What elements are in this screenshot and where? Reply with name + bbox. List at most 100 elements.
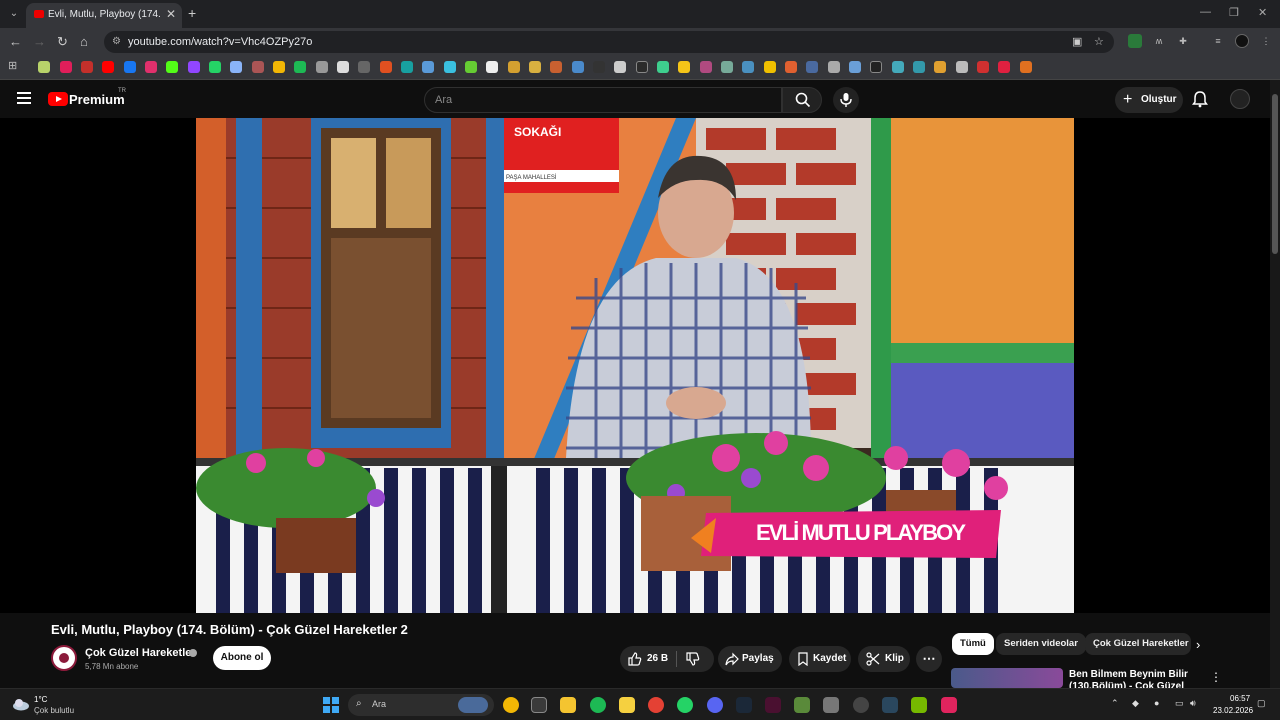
taskbar-app-icon[interactable] <box>765 697 781 713</box>
discord-icon[interactable] <box>707 697 723 713</box>
profile-avatar-icon[interactable] <box>1235 34 1249 48</box>
bookmark-icon[interactable] <box>145 61 157 73</box>
forward-icon[interactable]: → <box>33 34 46 49</box>
taskbar-app-icon[interactable] <box>823 697 839 713</box>
weather-description[interactable]: Çok bulutlu <box>34 706 74 715</box>
bookmark-icon[interactable] <box>870 61 882 73</box>
browser-tab[interactable]: Evli, Mutlu, Playboy (174. Bölüm ✕ <box>26 3 182 28</box>
extension-icon[interactable]: ʍ <box>1152 34 1166 48</box>
chip-next-chevron-icon[interactable]: › <box>1196 637 1200 652</box>
bookmark-icon[interactable] <box>721 61 733 73</box>
bookmark-icon[interactable] <box>422 61 434 73</box>
close-window-icon[interactable]: ✕ <box>1258 6 1267 19</box>
search-input[interactable] <box>425 88 781 112</box>
clip-button[interactable]: Klip <box>858 646 910 672</box>
bookmark-icon[interactable] <box>678 61 690 73</box>
clock-date[interactable]: 23.02.2026 <box>1213 706 1253 715</box>
taskbar-app-icon[interactable] <box>619 697 635 713</box>
bookmark-icon[interactable] <box>700 61 712 73</box>
bookmark-icon[interactable] <box>273 61 285 73</box>
bookmark-icon[interactable] <box>636 61 648 73</box>
taskbar-app-icon[interactable] <box>531 697 547 713</box>
chip-channel[interactable]: Çok Güzel Hareketler <box>1085 633 1191 655</box>
chrome-icon[interactable] <box>648 697 664 713</box>
video-player[interactable]: SOKAĞI PAŞA MAHALLESİ EVLİ MUTLU PLAYBOY <box>0 118 1270 613</box>
save-button[interactable]: Kaydet <box>789 646 851 672</box>
bookmark-icon[interactable] <box>657 61 669 73</box>
bookmark-icon[interactable] <box>102 61 114 73</box>
bookmark-icon[interactable] <box>81 61 93 73</box>
bookmark-icon[interactable] <box>892 61 904 73</box>
bookmark-icon[interactable] <box>230 61 242 73</box>
youtube-logo-icon[interactable] <box>48 92 68 106</box>
more-actions-icon[interactable]: ⋯ <box>916 646 942 672</box>
tab-search-icon[interactable]: ⌄ <box>6 6 22 22</box>
bookmark-icon[interactable] <box>934 61 946 73</box>
bookmark-icon[interactable] <box>508 61 520 73</box>
network-icon[interactable]: ▭ <box>1175 698 1184 709</box>
bookmark-icon[interactable] <box>124 61 136 73</box>
taskbar-app-icon[interactable] <box>941 697 957 713</box>
taskbar-app-icon[interactable] <box>853 697 869 713</box>
bookmark-icon[interactable] <box>252 61 264 73</box>
windows-start-icon[interactable] <box>323 697 339 713</box>
bookmark-icon[interactable] <box>316 61 328 73</box>
apps-grid-icon[interactable]: ⊞ <box>8 59 20 72</box>
omnibox[interactable]: ⚙ youtube.com/watch?v=Vhc4OZPy27o ▣ ☆ <box>104 31 1114 53</box>
tab-close-icon[interactable]: ✕ <box>166 7 176 21</box>
search-box[interactable] <box>424 87 782 113</box>
bookmark-icon[interactable] <box>444 61 456 73</box>
restore-icon[interactable]: ❐ <box>1229 6 1239 19</box>
bookmark-icon[interactable] <box>294 61 306 73</box>
whatsapp-icon[interactable] <box>677 697 693 713</box>
bookmark-icon[interactable] <box>337 61 349 73</box>
taskbar-app-icon[interactable] <box>794 697 810 713</box>
notifications-bell-icon[interactable] <box>1191 90 1209 108</box>
notification-center-icon[interactable]: ▢ <box>1257 698 1266 709</box>
bookmark-icon[interactable] <box>572 61 584 73</box>
tray-app-icon[interactable]: ● <box>1154 698 1159 708</box>
reading-list-icon[interactable]: ≡ <box>1211 34 1225 48</box>
bookmark-icon[interactable] <box>913 61 925 73</box>
bookmark-icon[interactable] <box>998 61 1010 73</box>
reload-icon[interactable]: ↻ <box>57 34 68 50</box>
bookmark-icon[interactable] <box>358 61 370 73</box>
page-scrollbar[interactable] <box>1270 80 1280 688</box>
tray-overflow-icon[interactable]: ⌃ <box>1111 698 1119 709</box>
taskbar-app-icon[interactable] <box>503 697 519 713</box>
account-avatar[interactable] <box>1230 89 1250 109</box>
bookmark-icon[interactable] <box>38 61 50 73</box>
bookmark-icon[interactable] <box>465 61 477 73</box>
home-icon[interactable]: ⌂ <box>80 34 88 49</box>
cast-icon[interactable]: ▣ <box>1072 35 1082 48</box>
spotify-icon[interactable] <box>590 697 606 713</box>
channel-name[interactable]: Çok Güzel Hareketler <box>85 647 196 659</box>
scrollbar-thumb[interactable] <box>1272 94 1278 254</box>
bookmark-icon[interactable] <box>977 61 989 73</box>
chip-all[interactable]: Tümü <box>952 633 994 655</box>
video-frame[interactable]: SOKAĞI PAŞA MAHALLESİ EVLİ MUTLU PLAYBOY <box>196 118 1074 613</box>
bookmark-icon[interactable] <box>764 61 776 73</box>
like-button[interactable]: 26 B <box>620 646 676 672</box>
search-button[interactable] <box>782 87 822 113</box>
tray-app-icon[interactable]: ◆ <box>1132 698 1139 709</box>
recommendation-more-icon[interactable]: ⋮ <box>1210 670 1222 684</box>
dislike-button[interactable] <box>678 646 714 672</box>
bookmark-icon[interactable] <box>188 61 200 73</box>
hamburger-menu-icon[interactable] <box>17 92 31 104</box>
bookmark-icon[interactable] <box>742 61 754 73</box>
nvidia-icon[interactable] <box>911 697 927 713</box>
site-info-icon[interactable]: ⚙ <box>112 36 124 48</box>
bookmark-icon[interactable] <box>380 61 392 73</box>
extensions-puzzle-icon[interactable]: ✚ <box>1176 34 1190 48</box>
create-button[interactable]: + Oluştur <box>1115 87 1183 113</box>
bookmark-icon[interactable] <box>956 61 968 73</box>
bookmark-icon[interactable] <box>486 61 498 73</box>
steam-icon[interactable] <box>736 697 752 713</box>
browser-menu-icon[interactable]: ⋮ <box>1259 34 1273 48</box>
cloud-weather-icon[interactable] <box>12 697 30 711</box>
bookmark-icon[interactable] <box>806 61 818 73</box>
taskbar-app-icon[interactable] <box>882 697 898 713</box>
back-icon[interactable]: ← <box>9 34 22 49</box>
bookmark-icon[interactable] <box>785 61 797 73</box>
